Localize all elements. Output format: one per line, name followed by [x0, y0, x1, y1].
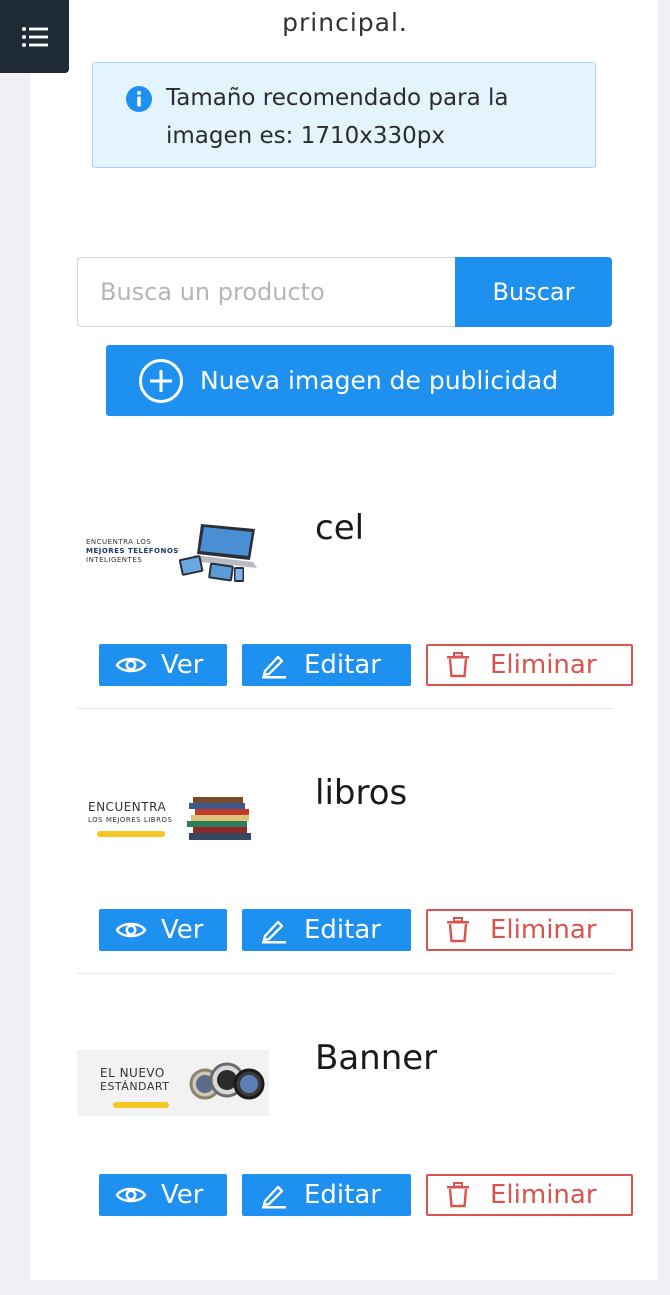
list-item: ENCUENTRA LOS MEJORES TELÉFONOS INTELIGE…: [0, 500, 670, 765]
eye-icon: [115, 1187, 147, 1203]
banner-thumbnail[interactable]: ENCUENTRA LOS MEJORES LIBROS: [77, 785, 269, 851]
new-image-button[interactable]: Nueva imagen de publicidad: [106, 345, 614, 416]
item-title: Banner: [315, 1038, 438, 1078]
banner-thumbnail[interactable]: ENCUENTRA LOS MEJORES TELÉFONOS INTELIGE…: [77, 520, 269, 586]
trash-icon: [447, 1182, 469, 1208]
delete-button[interactable]: Eliminar: [426, 1174, 633, 1216]
pencil-icon: [262, 920, 286, 944]
list-item: EL NUEVO ESTÁNDART Banner Ver Editar Eli…: [0, 1030, 670, 1295]
search-button[interactable]: Buscar: [455, 257, 612, 327]
delete-button[interactable]: Eliminar: [426, 644, 633, 686]
view-button[interactable]: Ver: [99, 1174, 227, 1216]
trash-icon: [447, 917, 469, 943]
view-button[interactable]: Ver: [99, 909, 227, 951]
books-image: [187, 797, 251, 840]
item-title: cel: [315, 508, 365, 548]
info-text: Tamaño recomendado para la imagen es: 17…: [166, 85, 509, 149]
banner-thumbnail[interactable]: EL NUEVO ESTÁNDART: [77, 1050, 269, 1116]
yellow-tag: [97, 831, 165, 837]
intro-text: principal.: [282, 8, 408, 37]
edit-button[interactable]: Editar: [242, 644, 411, 686]
list-icon: [21, 26, 48, 47]
eye-icon: [115, 922, 147, 938]
search-input[interactable]: [77, 257, 457, 327]
item-title: libros: [315, 773, 408, 813]
edit-button[interactable]: Editar: [242, 909, 411, 951]
yellow-tag: [113, 1102, 169, 1108]
list-item: ENCUENTRA LOS MEJORES LIBROS libros Ver …: [0, 765, 670, 1030]
pencil-icon: [262, 1185, 286, 1209]
plus-circle-icon: [139, 358, 183, 403]
new-image-label: Nueva imagen de publicidad: [200, 366, 559, 395]
watches-image: [189, 1062, 265, 1100]
item-divider: [77, 973, 613, 974]
devices-image: [178, 524, 257, 582]
info-alert: Tamaño recomendado para la imagen es: 17…: [92, 62, 596, 168]
trash-icon: [447, 652, 469, 678]
eye-icon: [115, 657, 147, 673]
edit-button[interactable]: Editar: [242, 1174, 411, 1216]
view-button[interactable]: Ver: [99, 644, 227, 686]
pencil-icon: [262, 655, 286, 679]
info-icon: [126, 86, 152, 112]
item-divider: [77, 708, 613, 709]
delete-button[interactable]: Eliminar: [426, 909, 633, 951]
menu-button[interactable]: [0, 0, 69, 73]
